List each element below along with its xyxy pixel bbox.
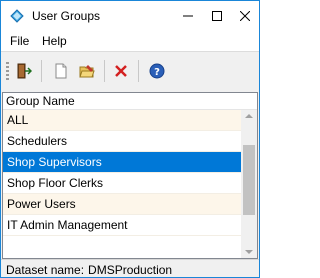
menu-file[interactable]: File [10,34,29,48]
title-bar[interactable]: User Groups [1,1,259,31]
user-groups-grid: Group Name ALL Schedulers Shop Superviso… [2,92,258,259]
help-icon[interactable]: ? [146,60,168,82]
toolbar-separator [138,60,139,82]
table-row-selected[interactable]: Shop Supervisors [3,152,241,173]
toolbar-separator [104,60,105,82]
scroll-up-icon[interactable] [245,114,253,118]
scroll-down-icon[interactable] [245,250,253,254]
menu-bar: File Help [1,31,259,51]
dataset-status: Dataset name: DMSProduction [6,263,172,277]
dataset-name-label: Dataset name: [6,263,85,277]
minimize-button[interactable] [173,1,203,31]
new-document-icon[interactable] [50,60,72,82]
table-row[interactable]: Power Users [3,194,241,215]
menu-help[interactable]: Help [42,34,67,48]
group-name-cell: Shop Supervisors [7,155,102,169]
group-name-cell: IT Admin Management [7,218,128,232]
column-header-group-name[interactable]: Group Name [6,94,75,108]
group-name-cell: ALL [7,113,29,127]
grid-rows: ALL Schedulers Shop Supervisors Shop Flo… [3,110,241,236]
table-row[interactable]: ALL [3,110,241,131]
toolbar: ? [1,51,259,90]
close-button[interactable] [230,1,259,31]
table-row[interactable]: Shop Floor Clerks [3,173,241,194]
scroll-thumb[interactable] [243,145,255,215]
dataset-name-value: DMSProduction [88,263,173,277]
group-name-cell: Shop Floor Clerks [7,176,104,190]
maximize-button[interactable] [202,1,232,31]
delete-x-icon[interactable] [110,60,132,82]
exit-door-icon[interactable] [13,60,35,82]
group-name-cell: Schedulers [7,134,68,148]
diamond-app-icon [10,9,24,23]
group-name-cell: Power Users [7,197,76,211]
status-bar: Dataset name: DMSProduction [1,259,259,277]
table-row[interactable]: Schedulers [3,131,241,152]
user-groups-window: User Groups File Help ? Group Name ALL S… [0,0,260,278]
table-row[interactable]: IT Admin Management [3,215,241,236]
vertical-scrollbar[interactable] [241,110,257,258]
toolbar-grip[interactable] [6,62,9,82]
grid-header: Group Name [3,93,257,110]
open-edit-icon[interactable] [76,60,98,82]
toolbar-separator [41,60,42,82]
window-title: User Groups [32,9,101,23]
svg-text:?: ? [154,67,160,78]
